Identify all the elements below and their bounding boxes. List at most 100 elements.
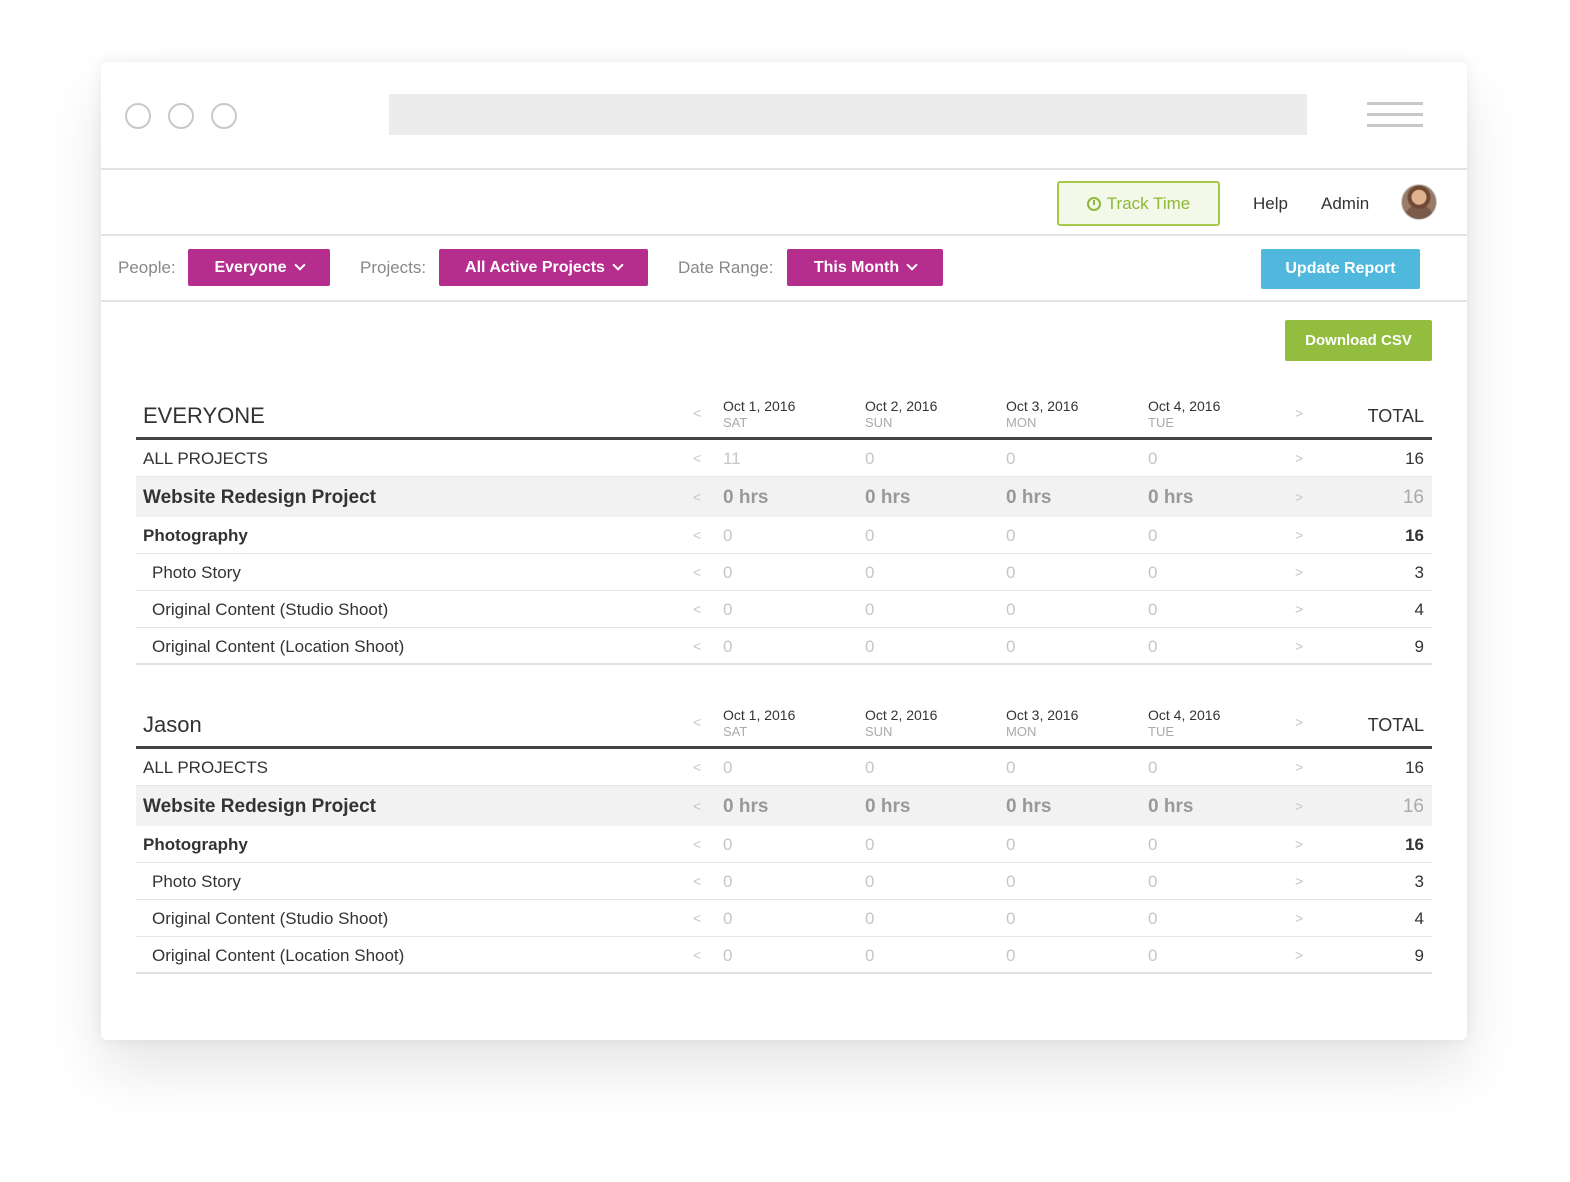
date-column-header: Oct 1, 2016 SAT [723, 707, 853, 740]
hours-cell: 0 [1148, 600, 1158, 619]
column-weekday: SAT [723, 724, 748, 739]
row-total: 16 [1405, 835, 1424, 854]
prev-arrow-icon[interactable]: < [693, 910, 701, 926]
hours-cell: 0 hrs [723, 487, 769, 508]
prev-arrow-icon[interactable]: < [693, 638, 701, 654]
hours-cell: 0 [1148, 758, 1158, 777]
column-weekday: TUE [1148, 415, 1174, 430]
prev-arrow-icon[interactable]: < [693, 798, 701, 814]
hours-cell: 0 [1006, 637, 1016, 656]
next-arrow-icon[interactable]: > [1295, 714, 1303, 730]
window-minimize-dot[interactable] [168, 103, 194, 129]
date-column-header: Oct 4, 2016 TUE [1148, 398, 1278, 431]
download-csv-button[interactable]: Download CSV [1285, 320, 1432, 361]
hours-cell: 0 [1148, 946, 1158, 965]
next-arrow-icon[interactable]: > [1295, 564, 1303, 580]
row-label: Website Redesign Project [143, 487, 376, 508]
row-total: 16 [1402, 487, 1424, 508]
hours-cell: 0 [723, 637, 733, 656]
hours-cell: 0 [865, 758, 875, 777]
update-report-button[interactable]: Update Report [1261, 249, 1420, 289]
track-time-button[interactable]: Track Time [1057, 181, 1220, 226]
table-row: Original Content (Studio Shoot) <0 0 0 0 >4 [136, 591, 1432, 628]
date-column-header: Oct 3, 2016 MON [1006, 398, 1136, 431]
row-total: 4 [1414, 600, 1424, 619]
table-row: Original Content (Location Shoot) <0 0 0 0 >9 [136, 628, 1432, 665]
next-arrow-icon[interactable]: > [1295, 489, 1303, 505]
date-range-dropdown[interactable]: This Month [787, 249, 943, 286]
prev-arrow-icon[interactable]: < [693, 489, 701, 505]
window-close-dot[interactable] [125, 103, 151, 129]
prev-arrow-icon[interactable]: < [693, 714, 701, 730]
prev-arrow-icon[interactable]: < [693, 527, 701, 543]
column-date: Oct 1, 2016 [723, 398, 796, 414]
projects-dropdown[interactable]: All Active Projects [439, 249, 648, 286]
prev-arrow-icon[interactable]: < [693, 450, 701, 466]
total-column-header: TOTAL [1367, 406, 1424, 426]
next-arrow-icon[interactable]: > [1295, 405, 1303, 421]
address-bar[interactable] [389, 94, 1307, 135]
next-arrow-icon[interactable]: > [1295, 759, 1303, 775]
row-label: Original Content (Location Shoot) [152, 637, 405, 656]
row-label: Photography [143, 835, 248, 854]
window-maximize-dot[interactable] [211, 103, 237, 129]
table-row: Original Content (Location Shoot) <0 0 0 0 >9 [136, 937, 1432, 974]
next-arrow-icon[interactable]: > [1295, 873, 1303, 889]
row-total: 3 [1414, 872, 1424, 891]
row-total: 16 [1405, 449, 1424, 468]
next-arrow-icon[interactable]: > [1295, 638, 1303, 654]
avatar[interactable] [1402, 185, 1436, 219]
hours-cell: 0 [1006, 526, 1016, 545]
date-column-header: Oct 1, 2016 SAT [723, 398, 853, 431]
next-arrow-icon[interactable]: > [1295, 910, 1303, 926]
hours-cell: 0 [1148, 872, 1158, 891]
column-date: Oct 1, 2016 [723, 707, 796, 723]
hours-cell: 0 [1148, 449, 1158, 468]
hours-cell: 0 [723, 526, 733, 545]
table-row: ALL PROJECTS <0 0 0 0 >16 [136, 749, 1432, 786]
date-column-header: Oct 3, 2016 MON [1006, 707, 1136, 740]
date-column-header: Oct 2, 2016 SUN [865, 707, 995, 740]
next-arrow-icon[interactable]: > [1295, 527, 1303, 543]
help-link[interactable]: Help [1253, 194, 1288, 214]
next-arrow-icon[interactable]: > [1295, 947, 1303, 963]
prev-arrow-icon[interactable]: < [693, 836, 701, 852]
date-range-dropdown-value: This Month [813, 258, 900, 276]
prev-arrow-icon[interactable]: < [693, 601, 701, 617]
prev-arrow-icon[interactable]: < [693, 947, 701, 963]
column-weekday: SUN [865, 415, 893, 430]
hours-cell: 0 [1006, 909, 1016, 928]
column-date: Oct 4, 2016 [1148, 398, 1221, 414]
hours-cell: 0 [1148, 637, 1158, 656]
next-arrow-icon[interactable]: > [1295, 836, 1303, 852]
hours-cell: 0 [1006, 449, 1016, 468]
row-label: ALL PROJECTS [143, 449, 269, 468]
prev-arrow-icon[interactable]: < [693, 564, 701, 580]
next-arrow-icon[interactable]: > [1295, 798, 1303, 814]
prev-arrow-icon[interactable]: < [693, 405, 701, 421]
hours-cell: 0 [1148, 563, 1158, 582]
chevron-down-icon [906, 259, 918, 271]
chevron-down-icon [293, 259, 306, 271]
hours-cell: 0 [865, 449, 875, 468]
admin-link[interactable]: Admin [1321, 194, 1369, 214]
hours-cell: 0 [723, 835, 733, 854]
hours-cell: 0 hrs [1148, 796, 1194, 817]
row-label: Photo Story [152, 872, 241, 891]
hours-cell: 0 [1148, 526, 1158, 545]
hours-cell: 11 [723, 449, 741, 468]
track-time-label: Track Time [1106, 193, 1191, 213]
row-total: 16 [1402, 796, 1424, 817]
prev-arrow-icon[interactable]: < [693, 873, 701, 889]
prev-arrow-icon[interactable]: < [693, 759, 701, 775]
hours-cell: 0 [723, 600, 733, 619]
menu-icon[interactable] [1367, 102, 1423, 128]
hours-cell: 0 [1148, 835, 1158, 854]
people-dropdown[interactable]: Everyone [188, 249, 330, 286]
next-arrow-icon[interactable]: > [1295, 450, 1303, 466]
hours-cell: 0 hrs [865, 796, 911, 817]
hours-cell: 0 [865, 946, 875, 965]
row-label: Website Redesign Project [143, 796, 376, 817]
row-label: Photography [143, 526, 248, 545]
next-arrow-icon[interactable]: > [1295, 601, 1303, 617]
